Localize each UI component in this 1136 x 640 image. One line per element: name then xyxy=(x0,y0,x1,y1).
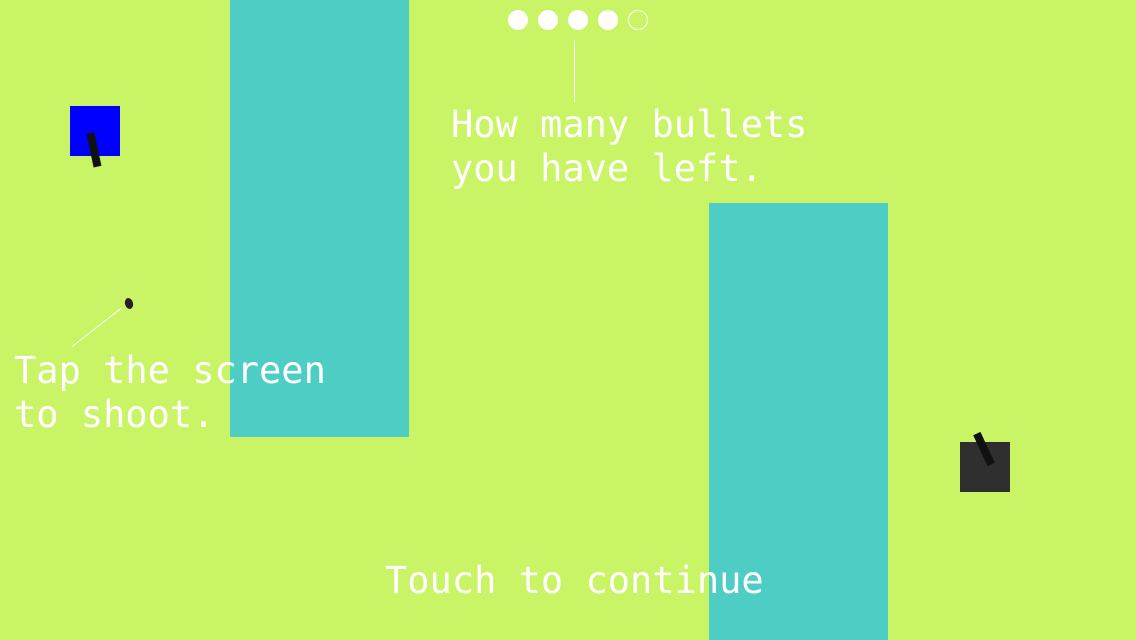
enemy-tank-barrel xyxy=(973,431,995,467)
ammo-hint-line1: How many bullets xyxy=(451,103,808,146)
shoot-hint-line2: to shoot. xyxy=(14,393,215,436)
ammo-dot-full xyxy=(568,10,588,30)
player-tank xyxy=(70,106,120,168)
ammo-hint: How many bullets you have left. xyxy=(451,103,807,191)
ammo-dot-full xyxy=(598,10,618,30)
shoot-hint-line1: Tap the screen xyxy=(14,349,326,392)
ammo-hint-line2: you have left. xyxy=(451,147,763,190)
ammo-dot-full xyxy=(508,10,528,30)
enemy-tank xyxy=(960,431,1010,492)
ammo-hint-pointer xyxy=(574,40,575,102)
shoot-hint-pointer xyxy=(72,307,122,347)
player-tank-barrel xyxy=(86,132,102,168)
ammo-indicator xyxy=(508,10,648,30)
shoot-hint: Tap the screen to shoot. xyxy=(14,349,326,437)
ammo-dot-full xyxy=(538,10,558,30)
ammo-dot-empty xyxy=(628,10,648,30)
continue-prompt[interactable]: Touch to continue xyxy=(385,559,764,603)
bullet xyxy=(123,297,135,310)
